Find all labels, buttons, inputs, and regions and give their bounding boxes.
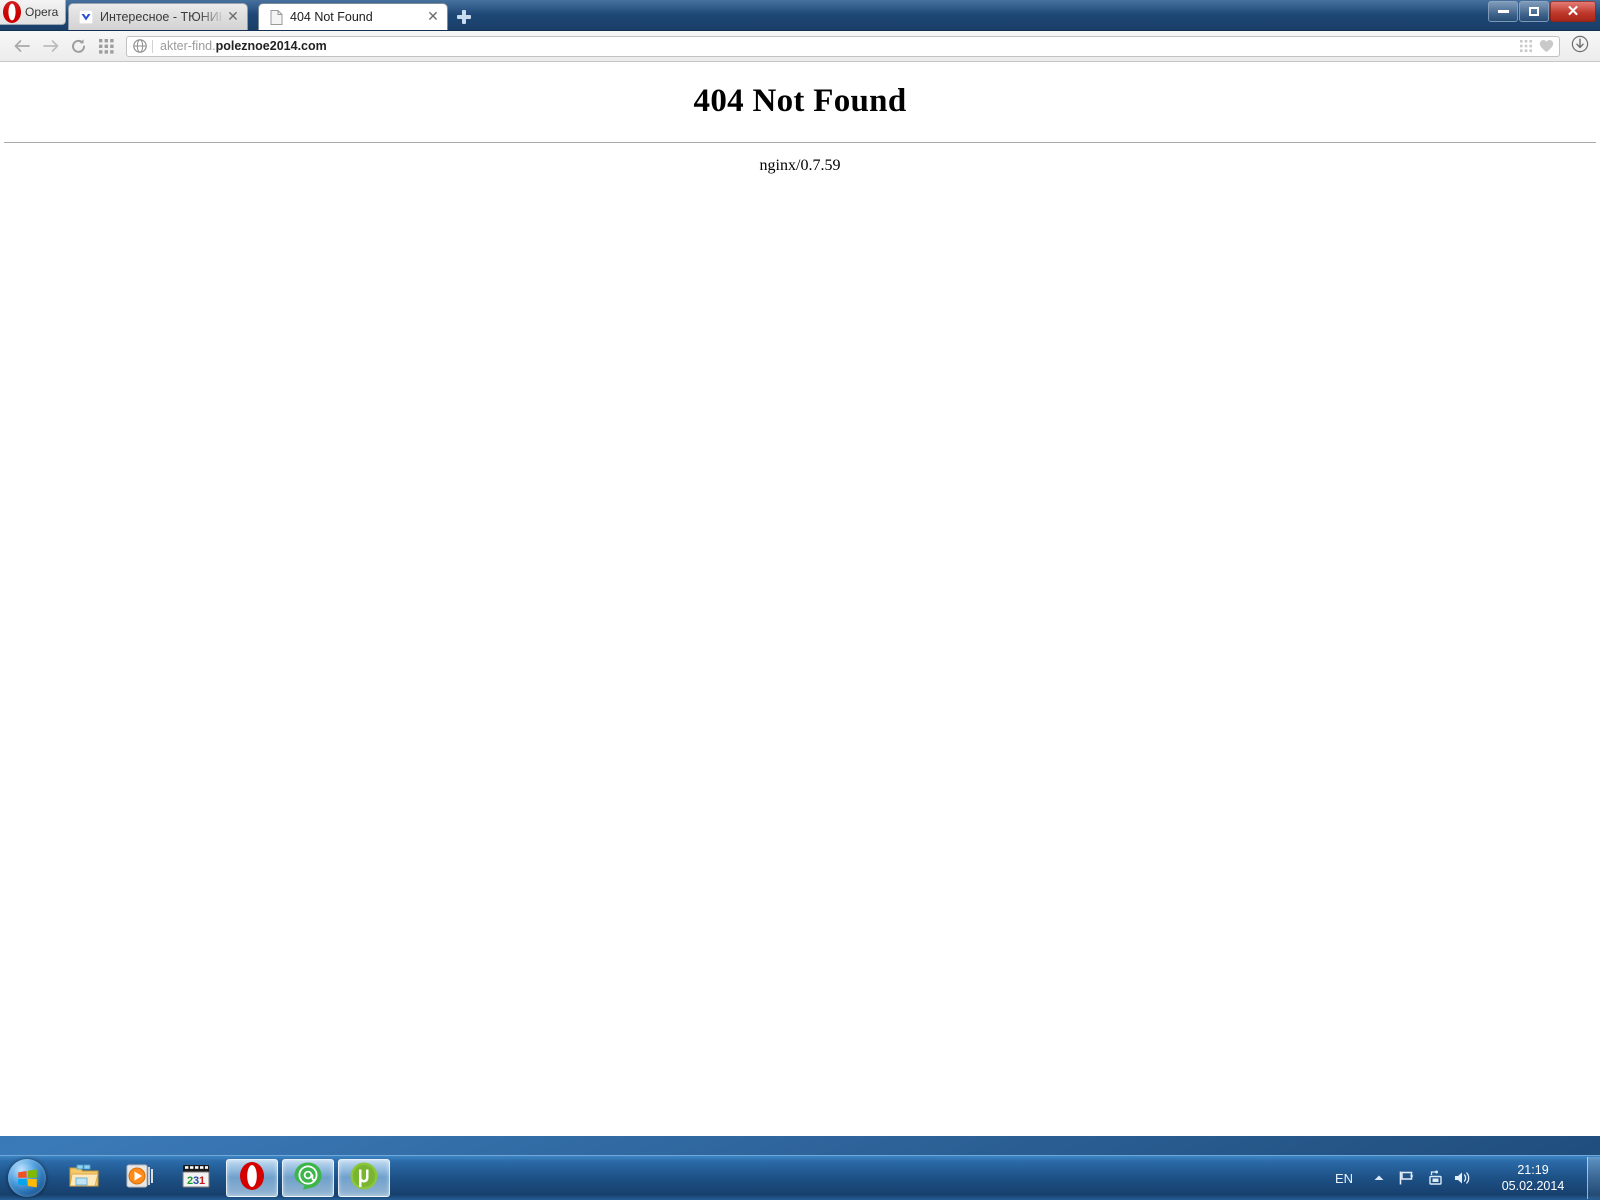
- folder-explorer-icon: [68, 1162, 100, 1195]
- grid-small-icon[interactable]: [1517, 38, 1535, 54]
- utorrent-mu-icon: [349, 1161, 379, 1196]
- tab-1-title: Интересное - ТЮНИНГ К: [100, 10, 221, 24]
- taskbar-item-media-player-classic[interactable]: 3 1 2: [170, 1159, 222, 1197]
- url-prefix: akter-find.: [160, 39, 216, 53]
- taskbar-item-utorrent[interactable]: [338, 1159, 390, 1197]
- opera-logo-icon: [238, 1161, 266, 1196]
- svg-text:1: 1: [199, 1175, 205, 1187]
- minimize-icon: [1497, 10, 1509, 13]
- taskbar-clock[interactable]: 21:19 05.02.2014: [1487, 1162, 1579, 1194]
- forward-button[interactable]: [36, 34, 64, 58]
- chevron-up-icon[interactable]: [1368, 1167, 1390, 1189]
- heart-icon[interactable]: [1537, 38, 1555, 54]
- restore-icon: [1529, 7, 1539, 16]
- flag-icon[interactable]: [1396, 1167, 1418, 1189]
- arrow-right-icon: [42, 39, 59, 53]
- language-indicator[interactable]: EN: [1335, 1171, 1353, 1186]
- blue-checkmark-icon: [78, 9, 94, 25]
- clock-time: 21:19: [1517, 1163, 1549, 1177]
- speed-dial-button[interactable]: [92, 34, 120, 58]
- server-signature: nginx/0.7.59: [759, 157, 841, 174]
- page-content: 404 Not Found nginx/0.7.59: [0, 63, 1600, 1136]
- taskbar-item-opera[interactable]: [226, 1159, 278, 1197]
- browser-tab-1[interactable]: Интересное - ТЮНИНГ К ✕: [68, 3, 248, 30]
- tab-1-close-icon[interactable]: ✕: [225, 9, 241, 25]
- taskbar: 3 1 2 EN 21:19 05.02.2014: [0, 1155, 1600, 1200]
- opera-menu-button[interactable]: Opera: [0, 0, 66, 25]
- back-button[interactable]: [8, 34, 36, 58]
- download-button[interactable]: [1568, 34, 1592, 58]
- page-title: 404 Not Found: [693, 83, 907, 119]
- download-arrow-icon: [1571, 35, 1589, 58]
- globe-icon[interactable]: [132, 39, 147, 54]
- taskbar-item-windows-media-player[interactable]: [114, 1159, 166, 1197]
- taskbar-item-mail-agent[interactable]: [282, 1159, 334, 1197]
- show-desktop-button[interactable]: [1587, 1157, 1600, 1199]
- tab-2-close-icon[interactable]: ✕: [425, 9, 441, 25]
- opera-menu-label: Opera: [25, 5, 59, 19]
- tab-2-title: 404 Not Found: [290, 10, 373, 24]
- page-document-icon: [268, 9, 284, 25]
- windows-start-orb-icon: [8, 1159, 46, 1197]
- opera-logo-icon: [2, 1, 22, 23]
- title-bar: Opera Интересное - ТЮНИНГ К ✕: [0, 0, 1600, 31]
- media-player-icon: [125, 1162, 155, 1195]
- close-button[interactable]: ✕: [1550, 1, 1596, 22]
- reload-button[interactable]: [64, 34, 92, 58]
- new-tab-button[interactable]: [452, 5, 476, 28]
- address-bar-url: akter-find.poleznoe2014.com: [160, 39, 1515, 53]
- maximize-button[interactable]: [1519, 1, 1549, 22]
- green-at-icon: [293, 1161, 323, 1196]
- clock-date: 05.02.2014: [1501, 1179, 1565, 1193]
- address-bar[interactable]: akter-find.poleznoe2014.com: [126, 35, 1560, 57]
- url-domain: poleznoe2014.com: [215, 39, 327, 53]
- window-controls: ✕: [1487, 1, 1596, 22]
- speaker-icon[interactable]: [1452, 1167, 1474, 1189]
- grid-icon: [98, 38, 114, 54]
- system-tray: EN 21:19 05.02.2014: [1335, 1157, 1600, 1199]
- arrow-left-icon: [14, 39, 31, 53]
- minimize-button[interactable]: [1488, 1, 1518, 22]
- navigation-toolbar: akter-find.poleznoe2014.com: [0, 31, 1600, 62]
- browser-tab-2[interactable]: 404 Not Found ✕: [258, 3, 448, 30]
- desktop: Opera Интересное - ТЮНИНГ К ✕: [0, 0, 1600, 1200]
- close-icon: ✕: [1566, 3, 1580, 20]
- mpc-321-icon: 3 1 2: [180, 1162, 212, 1195]
- taskbar-item-explorer[interactable]: [58, 1159, 110, 1197]
- browser-window: Opera Интересное - ТЮНИНГ К ✕: [0, 0, 1600, 1136]
- horizontal-rule: [4, 142, 1596, 143]
- reload-icon: [70, 38, 87, 55]
- start-button[interactable]: [0, 1157, 54, 1199]
- svg-text:2: 2: [187, 1175, 193, 1187]
- address-bar-separator: [152, 39, 153, 53]
- taskbar-items: 3 1 2: [58, 1157, 394, 1199]
- network-icon[interactable]: [1424, 1167, 1446, 1189]
- plus-icon-horizontal: [457, 14, 471, 19]
